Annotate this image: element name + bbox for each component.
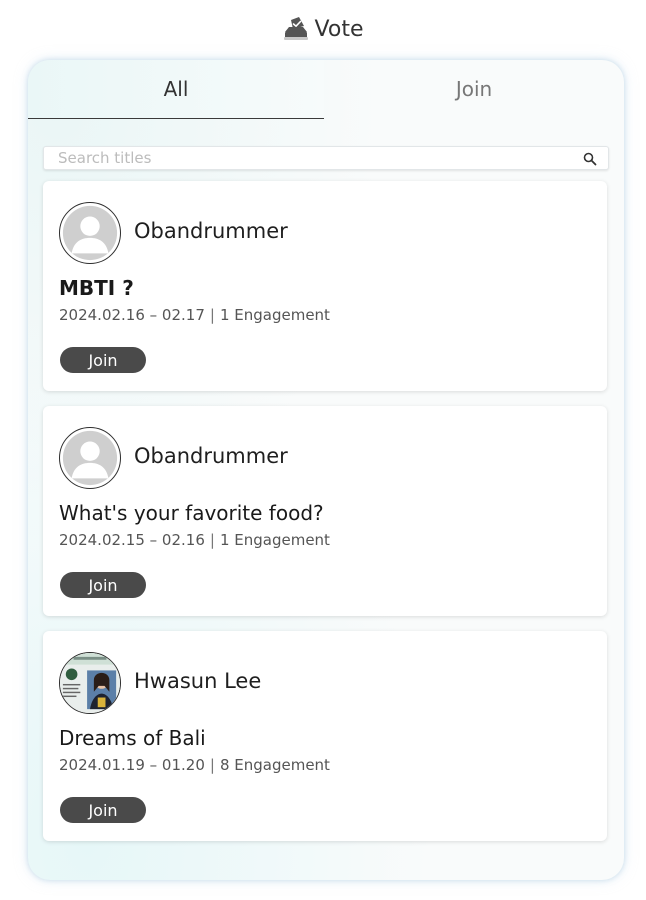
default-avatar-icon	[62, 430, 118, 486]
author-name: Hwasun Lee	[134, 669, 262, 693]
user-photo	[60, 653, 120, 713]
tab-bar: All Join	[28, 60, 624, 119]
vote-page: Vote All Join Ob	[0, 0, 646, 900]
tab-all[interactable]: All	[28, 60, 324, 119]
join-button[interactable]: Join	[60, 797, 146, 823]
join-button[interactable]: Join	[60, 572, 146, 598]
page-header: Vote	[0, 14, 646, 44]
author-name: Obandrummer	[134, 444, 288, 468]
date-range: 2024.02.16 – 02.17	[59, 306, 205, 324]
vote-title: Dreams of Bali	[59, 726, 206, 750]
vote-box-icon	[283, 17, 309, 41]
engagement-label: Engagement	[234, 756, 330, 774]
vote-meta: 2024.02.15 – 02.16 | 1 Engagement	[59, 531, 330, 549]
meta-divider: |	[209, 531, 215, 549]
vote-title: MBTI ?	[59, 276, 134, 300]
page-title: Vote	[314, 16, 364, 42]
vote-card[interactable]: Obandrummer What's your favorite food? 2…	[43, 406, 607, 616]
meta-divider: |	[209, 756, 215, 774]
search-input[interactable]	[44, 148, 578, 168]
join-button[interactable]: Join	[60, 347, 146, 373]
date-range: 2024.02.15 – 02.16	[59, 531, 205, 549]
avatar	[59, 427, 121, 489]
date-range: 2024.01.19 – 01.20	[59, 756, 205, 774]
engagement-label: Engagement	[234, 306, 330, 324]
vote-meta: 2024.02.16 – 02.17 | 1 Engagement	[59, 306, 330, 324]
vote-card[interactable]: Hwasun Lee Dreams of Bali 2024.01.19 – 0…	[43, 631, 607, 841]
avatar	[59, 652, 121, 714]
engagement-count: 1	[219, 306, 230, 324]
meta-divider: |	[209, 306, 215, 324]
search-icon[interactable]	[583, 151, 597, 166]
default-avatar-icon	[62, 205, 118, 261]
search-bar	[43, 146, 609, 170]
avatar	[59, 202, 121, 264]
author-name: Obandrummer	[134, 219, 288, 243]
tab-join[interactable]: Join	[326, 60, 622, 118]
engagement-label: Engagement	[234, 531, 330, 549]
engagement-count: 1	[219, 531, 230, 549]
vote-card[interactable]: Obandrummer MBTI ? 2024.02.16 – 02.17 | 1 …	[43, 181, 607, 391]
vote-meta: 2024.01.19 – 01.20 | 8 Engagement	[59, 756, 330, 774]
vote-title: What's your favorite food?	[59, 501, 324, 525]
vote-panel: All Join Obandrummer MBTI ?	[28, 60, 624, 880]
engagement-count: 8	[219, 756, 230, 774]
